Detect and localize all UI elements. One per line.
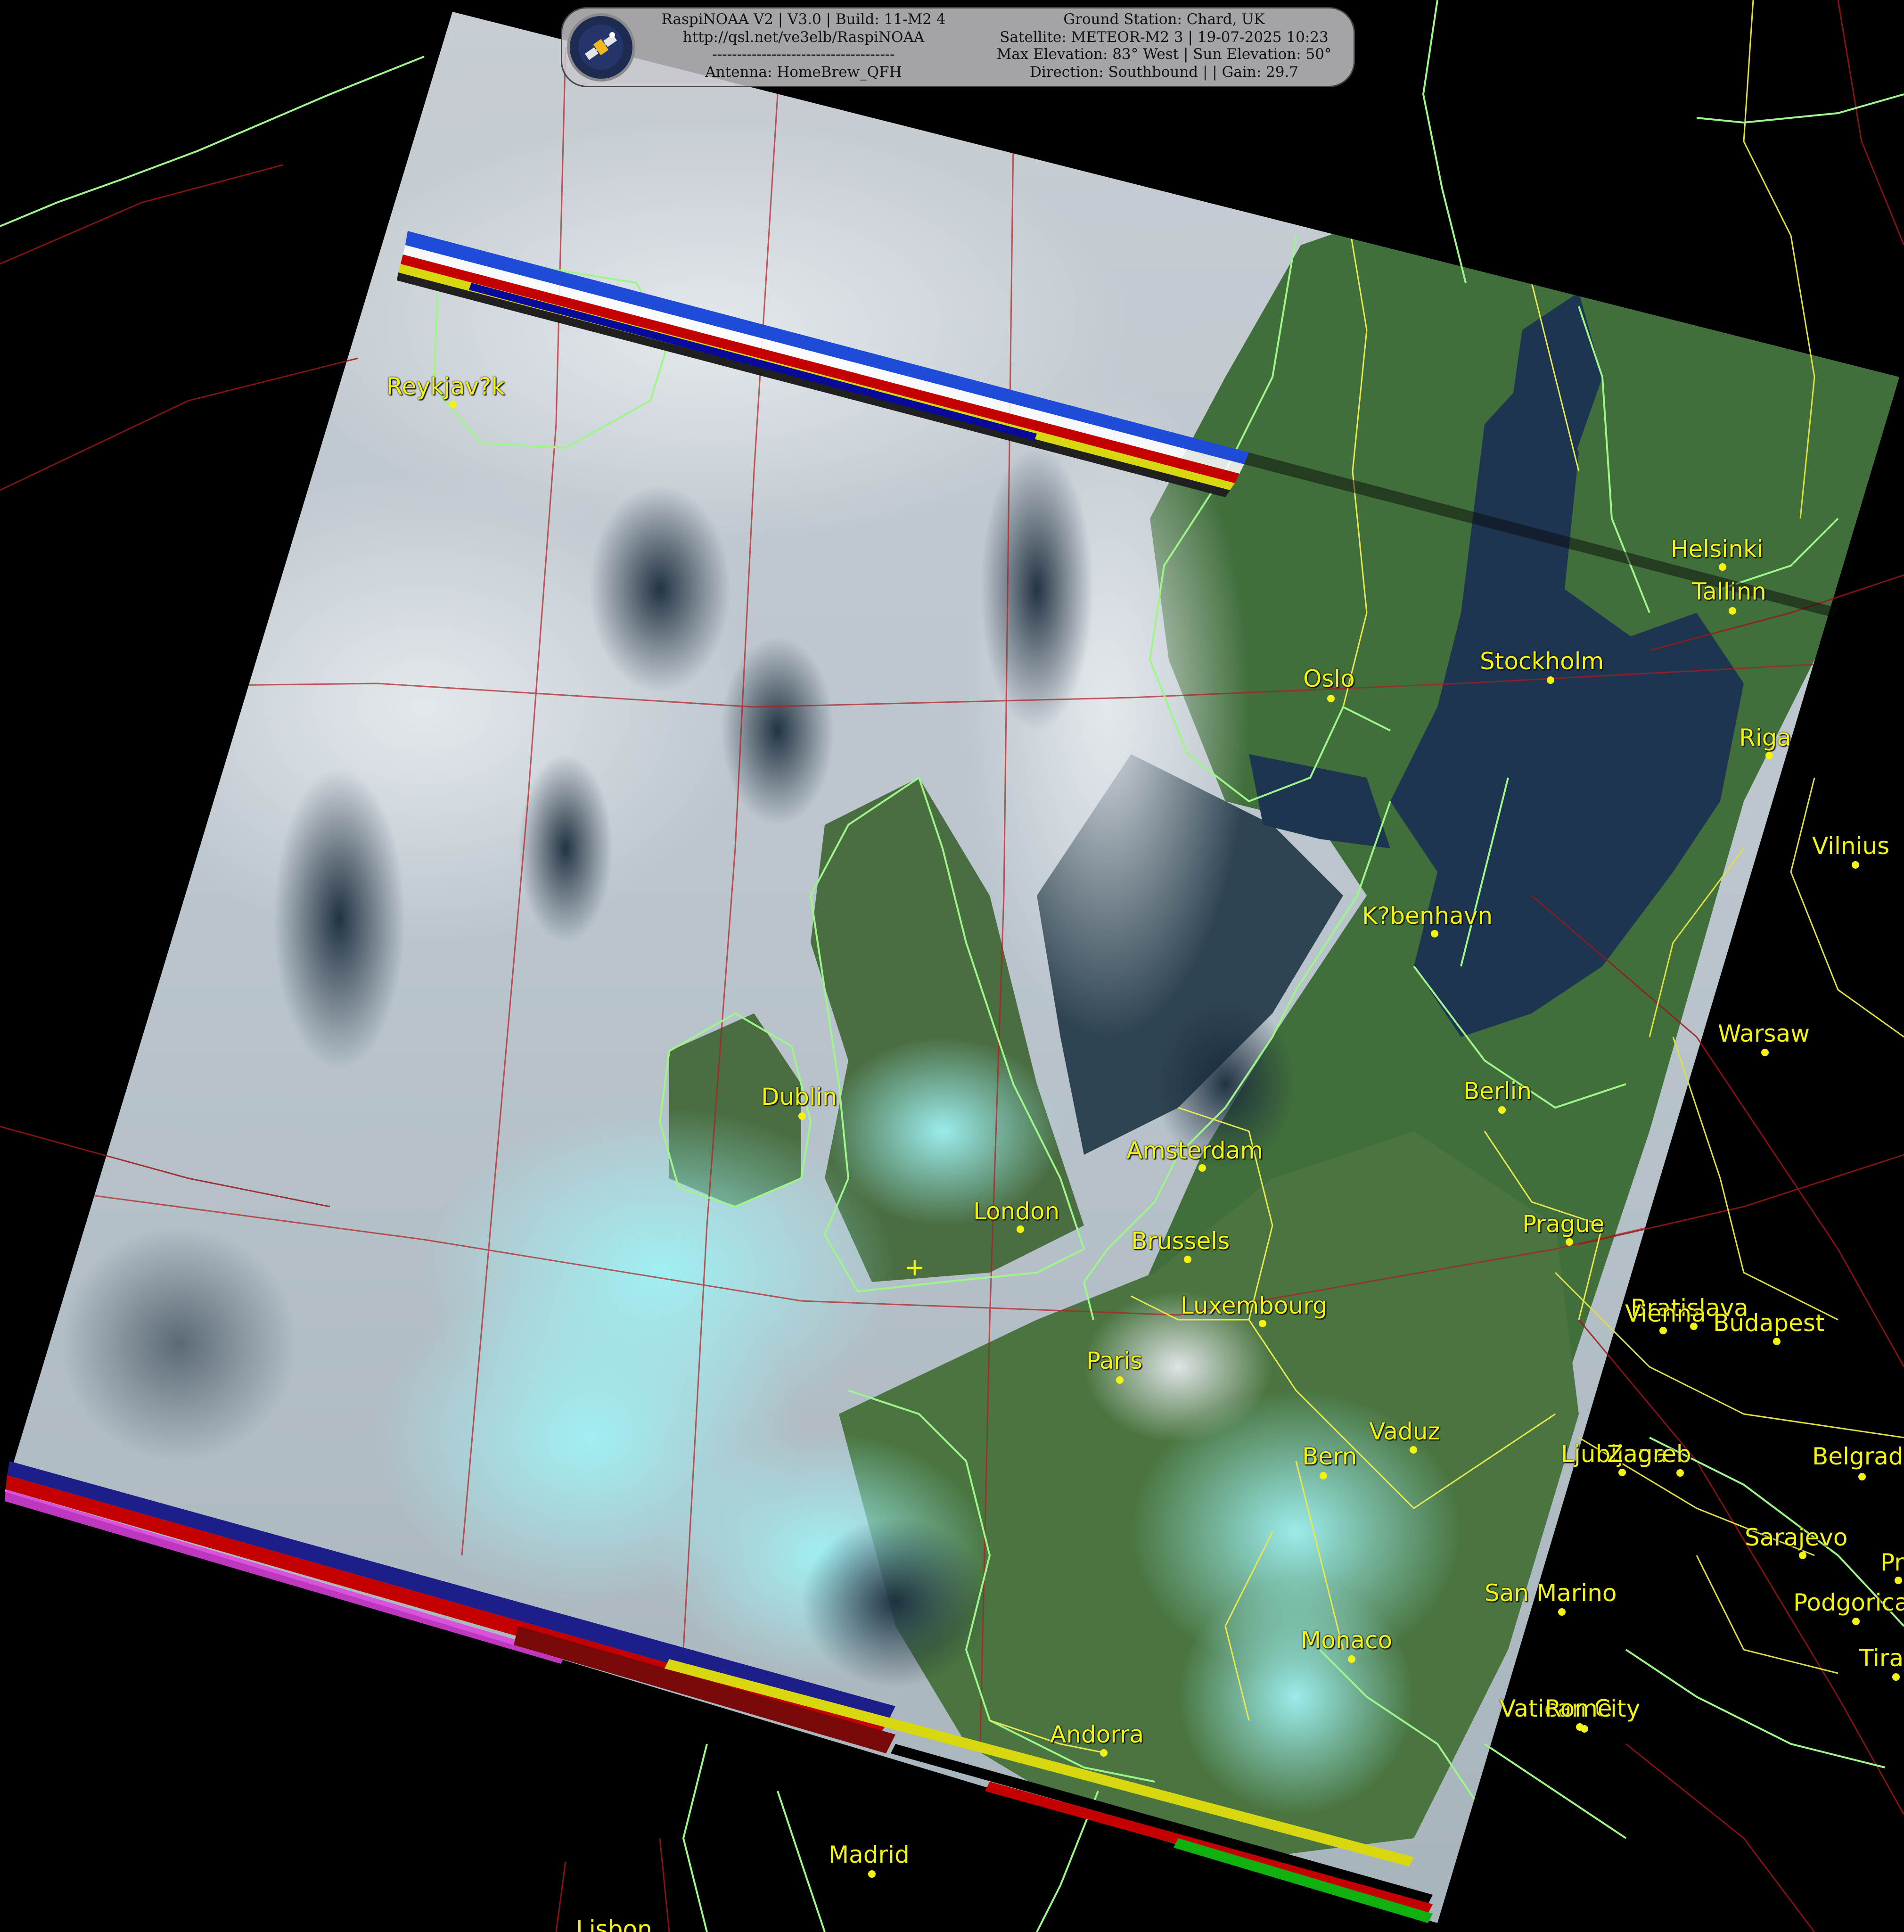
city-marker — [1259, 1320, 1266, 1327]
header-direction-line: Direction: Southbound | | Gain: 29.7 — [1029, 64, 1299, 81]
city-label: Luxembourg — [1181, 1292, 1328, 1319]
city-label: Brussels — [1131, 1227, 1230, 1255]
city-label: Monaco — [1301, 1627, 1393, 1654]
city-label: Zagreb — [1607, 1440, 1691, 1468]
city-label: Dublin — [761, 1083, 837, 1110]
header-url-line: http://qsl.net/ve3elb/RaspiNOAA — [682, 29, 925, 46]
city-label: Berlin — [1463, 1077, 1532, 1105]
city-label: Vilnius — [1812, 832, 1890, 860]
city-label: Riga — [1739, 724, 1792, 751]
city-marker — [1184, 1256, 1191, 1263]
city-label: Belgrade — [1812, 1443, 1904, 1470]
city-label: Tirana — [1859, 1644, 1904, 1672]
logo — [567, 13, 635, 82]
city-label: K?benhavn — [1362, 902, 1493, 929]
city-label: Reykjav?k — [386, 373, 505, 400]
city-label: Warsaw — [1718, 1020, 1810, 1047]
city-label: London — [973, 1198, 1060, 1225]
city-label: Prague — [1522, 1210, 1605, 1238]
city-marker — [1410, 1446, 1417, 1454]
city-label: Vienna — [1625, 1300, 1706, 1327]
city-marker — [1719, 563, 1726, 571]
city-marker — [449, 401, 457, 408]
header-elevation-line: Max Elevation: 83° West | Sun Elevation:… — [996, 46, 1332, 63]
satellite-icon — [572, 18, 630, 76]
city-marker — [1761, 1049, 1769, 1056]
city-label: Oslo — [1303, 665, 1355, 692]
city-marker — [1618, 1469, 1626, 1476]
city-marker — [1100, 1749, 1108, 1757]
city-label: Bern — [1302, 1443, 1357, 1470]
city-marker — [798, 1112, 806, 1120]
city-marker — [1799, 1552, 1806, 1559]
city-label: Podgorica — [1793, 1589, 1904, 1616]
header-station-line: Ground Station: Chard, UK — [1063, 11, 1265, 28]
city-label: Madrid — [829, 1841, 910, 1868]
city-marker — [1558, 1608, 1566, 1616]
city-label: Lisbon — [576, 1916, 652, 1932]
city-label: Paris — [1086, 1347, 1143, 1374]
city-marker — [1858, 1473, 1866, 1480]
city-marker — [1116, 1376, 1124, 1384]
city-label: Budapest — [1713, 1309, 1825, 1337]
city-marker — [1659, 1327, 1667, 1334]
header-satellite-line: Satellite: METEOR-M2 3 | 19-07-2025 10:2… — [1000, 29, 1329, 46]
city-label: Stockholm — [1480, 648, 1604, 675]
city-marker — [1547, 676, 1554, 684]
city-label: Vaduz — [1369, 1418, 1440, 1445]
city-marker — [1676, 1469, 1684, 1477]
city-marker — [1773, 1338, 1781, 1345]
header-software-line: RaspiNOAA V2 | V3.0 | Build: 11-M2 4 — [661, 11, 946, 28]
city-marker — [868, 1870, 876, 1878]
city-marker — [1198, 1164, 1206, 1172]
ground-station-marker: + — [904, 1253, 925, 1282]
header-divider-line: ------------------------------------- — [712, 46, 895, 63]
city-marker — [1765, 752, 1773, 759]
city-marker — [1852, 861, 1859, 869]
city-marker — [1498, 1106, 1506, 1114]
header-antenna-line: Antenna: HomeBrew_QFH — [705, 64, 902, 81]
city-label: Helsinki — [1671, 535, 1764, 563]
city-marker — [1729, 607, 1736, 615]
satellite-map-view: RaspiNOAA V2 | V3.0 | Build: 11-M2 4 htt… — [0, 0, 1904, 1932]
city-marker — [1431, 930, 1438, 937]
city-marker — [1327, 695, 1335, 702]
city-marker — [1017, 1225, 1024, 1233]
city-label: San Marino — [1485, 1579, 1617, 1607]
city-marker — [1892, 1673, 1900, 1681]
city-label: Tallinn — [1692, 578, 1766, 605]
satellite-image — [0, 0, 1904, 1932]
city-label: Andorra — [1050, 1721, 1144, 1748]
city-label: Sarajevo — [1745, 1524, 1848, 1551]
city-marker — [1566, 1238, 1573, 1246]
city-label: Rome — [1545, 1695, 1612, 1722]
city-marker — [1348, 1655, 1355, 1663]
city-marker — [1895, 1577, 1902, 1584]
city-label: Amsterdam — [1126, 1137, 1264, 1164]
city-marker — [1320, 1472, 1327, 1480]
city-marker — [1852, 1618, 1860, 1625]
city-marker — [1581, 1725, 1588, 1733]
city-label: Pristina — [1880, 1549, 1904, 1576]
